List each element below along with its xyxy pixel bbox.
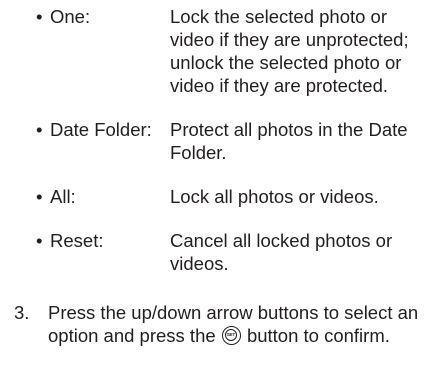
option-term: One: bbox=[50, 6, 91, 27]
option-term: Reset: bbox=[50, 230, 104, 251]
option-one: • One: Lock the selected photo or video … bbox=[36, 5, 426, 97]
bullet: • bbox=[36, 186, 43, 207]
protect-option-list: • One: Lock the selected photo or video … bbox=[36, 5, 426, 275]
option-description: Lock the selected photo or video if they… bbox=[170, 6, 409, 96]
option-date-folder: • Date Folder: Protect all photos in the… bbox=[36, 118, 426, 164]
option-reset: • Reset: Cancel all locked photos or vid… bbox=[36, 229, 426, 275]
bullet: • bbox=[36, 119, 43, 140]
option-term: Date Folder: bbox=[50, 119, 152, 140]
option-description: Cancel all locked photos or videos. bbox=[170, 230, 393, 274]
option-all: • All: Lock all photos or videos. bbox=[36, 185, 426, 208]
set-button-icon: SET bbox=[221, 326, 241, 345]
option-term: All: bbox=[50, 186, 76, 207]
option-description: Protect all photos in the Date Folder. bbox=[170, 119, 408, 163]
bullet: • bbox=[36, 6, 43, 27]
bullet: • bbox=[36, 230, 43, 251]
set-button-label: SET bbox=[224, 329, 237, 341]
manual-page: • One: Lock the selected photo or video … bbox=[0, 0, 432, 386]
instruction-step: 3. Press the up/down arrow buttons to se… bbox=[14, 301, 419, 347]
option-description: Lock all photos or videos. bbox=[170, 186, 379, 207]
step-number: 3. bbox=[14, 302, 30, 323]
step-text: Press the up/down arrow buttons to selec… bbox=[48, 301, 419, 347]
step-text-after-icon: button to confirm. bbox=[246, 325, 390, 346]
